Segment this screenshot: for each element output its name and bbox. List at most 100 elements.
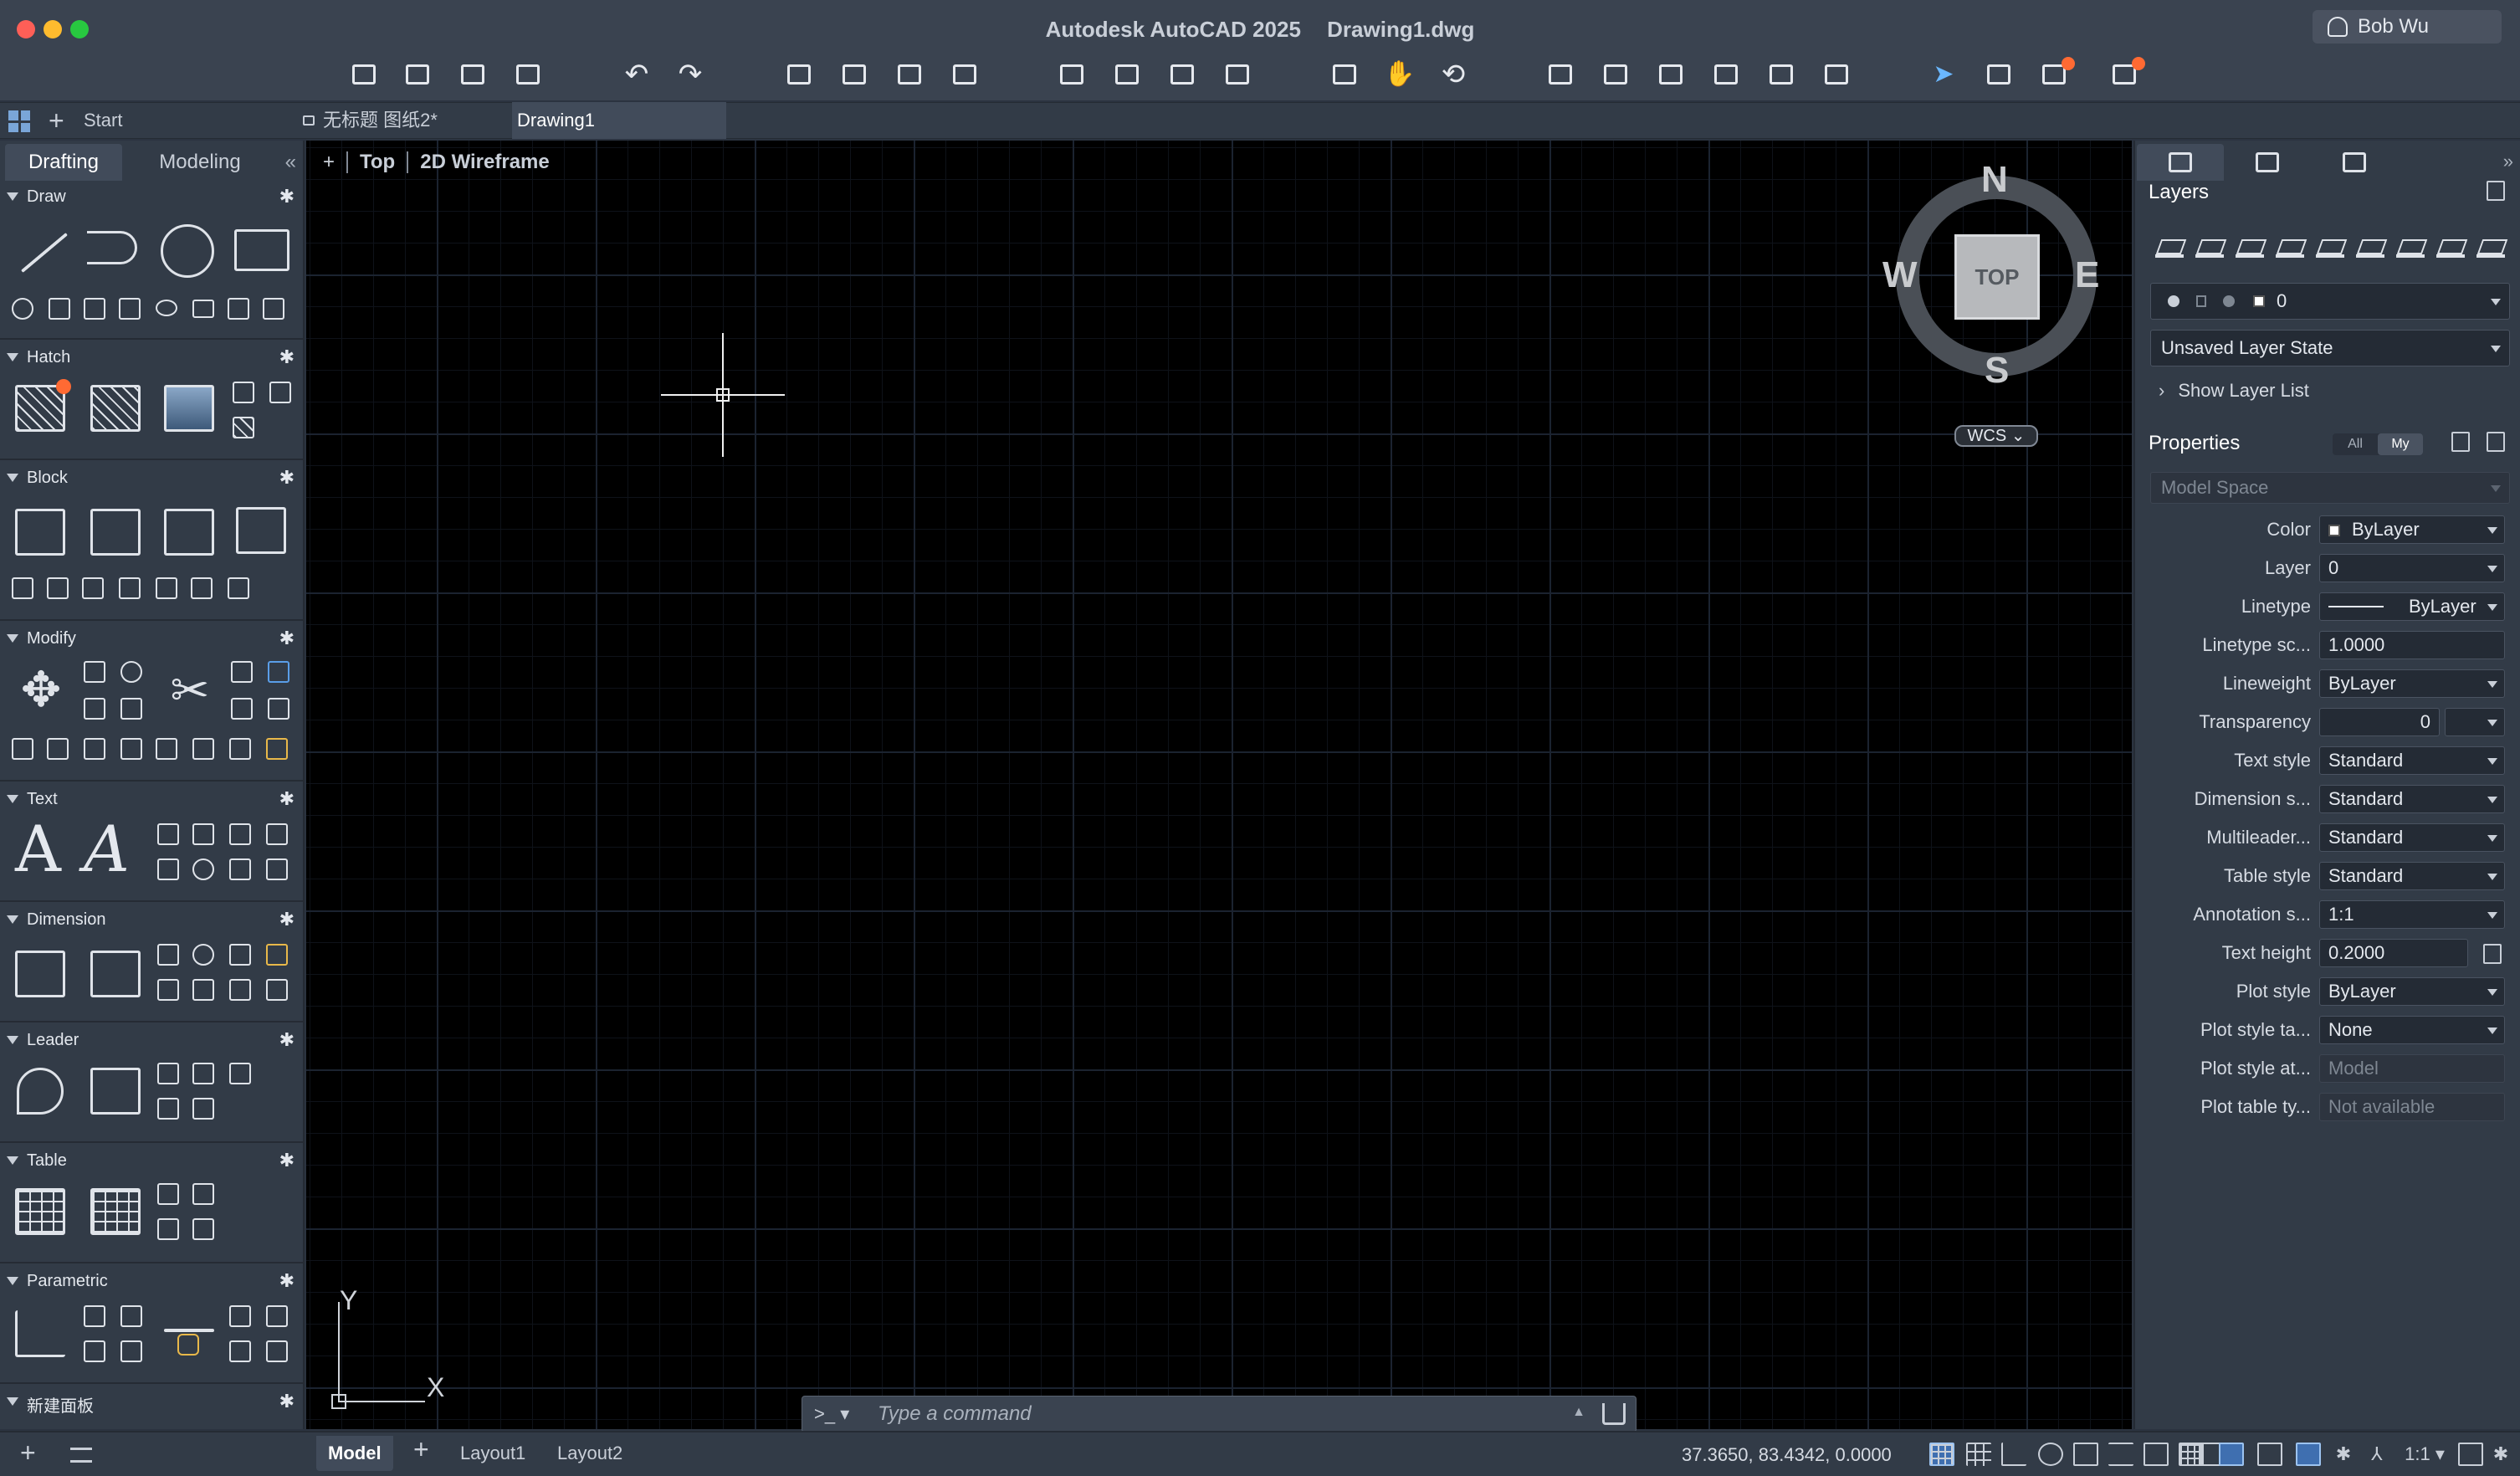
ortho-mode-icon[interactable] (2001, 1443, 2026, 1466)
tab-start[interactable]: Start (84, 102, 295, 139)
compass-north[interactable]: N (1981, 159, 2008, 201)
text-align-icon[interactable] (157, 858, 179, 880)
sync-attributes-icon[interactable] (191, 577, 213, 599)
layer-lock-icon[interactable] (2436, 236, 2465, 258)
wcs-menu[interactable]: WCS ⌄ (1954, 425, 2038, 447)
user-account-button[interactable]: Bob Wu (2313, 10, 2502, 44)
trace-icon[interactable] (1985, 62, 2013, 87)
publish-icon[interactable] (950, 62, 979, 87)
viewcube-top-face[interactable]: TOP (1954, 234, 2040, 320)
align-leader-icon[interactable] (192, 1063, 214, 1084)
prop-table-style-dropdown[interactable]: Standard (2319, 862, 2505, 890)
text-edit-icon[interactable] (229, 858, 251, 880)
vertical-constraint-icon[interactable] (266, 1305, 288, 1327)
collapse-palette-button[interactable]: « (285, 144, 296, 181)
web-mobile-icon[interactable] (1223, 62, 1252, 87)
section-parametric[interactable]: Parametric ✱ (0, 1270, 305, 1294)
export-icon[interactable] (1113, 62, 1141, 87)
expand-palette-button[interactable]: » (2503, 151, 2513, 172)
baseline-dim-icon[interactable] (229, 944, 251, 966)
tab-properties[interactable] (2311, 144, 2398, 181)
lengthen-icon[interactable] (120, 738, 142, 760)
share-icon[interactable] (1602, 1403, 1626, 1425)
manage-attributes-icon[interactable] (156, 577, 177, 599)
edit-attributes-icon[interactable] (236, 507, 286, 554)
grid-display-icon[interactable] (1929, 1443, 1954, 1466)
fillet-icon[interactable] (231, 661, 253, 683)
add-leader-icon[interactable] (157, 1063, 179, 1084)
tab-model[interactable]: Model (316, 1436, 393, 1471)
rotate-icon[interactable] (120, 661, 142, 683)
compass-west[interactable]: W (1882, 254, 1918, 296)
horizontal-constraint-icon[interactable] (229, 1305, 251, 1327)
view-control[interactable]: Top (360, 151, 395, 174)
polyline-tool-icon[interactable] (87, 231, 137, 264)
extract-data-icon[interactable] (157, 1183, 179, 1205)
send-icon[interactable]: ➤ (1929, 62, 1958, 87)
write-block-icon[interactable] (82, 577, 104, 599)
explode-icon[interactable] (12, 738, 33, 760)
compass-east[interactable]: E (2075, 254, 2099, 296)
remove-leader-icon[interactable] (157, 1098, 179, 1120)
workspace-switching-icon[interactable] (2458, 1443, 2483, 1466)
section-block[interactable]: Block ✱ (0, 467, 305, 490)
section-text[interactable]: Text ✱ (0, 788, 305, 812)
layer-match-icon[interactable] (2236, 236, 2264, 258)
boundary-tool-icon[interactable] (233, 382, 254, 403)
annotation-scale-dropdown[interactable]: 1:1 ▾ (2400, 1443, 2450, 1466)
notifications-icon[interactable] (2040, 57, 2075, 87)
tab-layout2[interactable]: Layout2 (545, 1436, 634, 1471)
ray-tool-icon[interactable] (119, 298, 141, 320)
dimension-icon[interactable] (15, 951, 65, 997)
arc-tool-icon[interactable] (12, 298, 33, 320)
tab-drawing1[interactable]: Drawing1 (512, 102, 726, 139)
pin-icon[interactable] (2487, 432, 2505, 452)
section-hatch[interactable]: Hatch ✱ (0, 346, 305, 370)
create-block-icon[interactable] (15, 509, 65, 556)
mirror-icon[interactable] (84, 698, 105, 720)
base-point-icon[interactable] (119, 577, 141, 599)
prop-linetype-dropdown[interactable]: ByLayer (2319, 592, 2505, 621)
join-icon[interactable] (192, 738, 214, 760)
single-line-text-icon[interactable] (157, 823, 179, 845)
dynamic-ucs-icon[interactable] (2219, 1443, 2244, 1466)
tab-drafting[interactable]: Drafting (5, 144, 122, 181)
activity-insights-icon[interactable] (2110, 57, 2145, 87)
trim-icon[interactable]: ✂ (164, 666, 216, 718)
superhatch-icon[interactable] (233, 417, 254, 438)
layer-freeze-icon[interactable] (2356, 236, 2384, 258)
coincident-icon[interactable] (84, 1305, 105, 1327)
find-replace-icon[interactable] (192, 858, 214, 880)
add-layout-button[interactable]: + (413, 1434, 429, 1465)
layer-unlock-icon[interactable] (2476, 236, 2505, 258)
open-file-icon[interactable] (403, 62, 432, 87)
prop-text-height-input[interactable]: 0.2000 (2319, 939, 2468, 967)
erase-icon[interactable] (47, 738, 69, 760)
xline-tool-icon[interactable] (228, 298, 249, 320)
print-icon[interactable] (785, 62, 813, 87)
zoom-window-icon[interactable] (1330, 62, 1359, 87)
section-leader[interactable]: Leader ✱ (0, 1029, 305, 1053)
multiline-tool-icon[interactable] (84, 298, 105, 320)
multiline-text-icon[interactable]: A (15, 812, 61, 886)
lineweight-icon[interactable] (2108, 1443, 2133, 1466)
continue-dim-icon[interactable] (157, 979, 179, 1001)
prop-transparency-slider[interactable]: 0 (2319, 708, 2440, 736)
batch-plot-icon[interactable] (895, 62, 924, 87)
tab-layers[interactable] (2137, 144, 2224, 181)
command-prompt-icon[interactable]: >_ ▾ (814, 1403, 849, 1425)
linear-dim-icon[interactable] (157, 944, 179, 966)
break-icon[interactable] (156, 738, 177, 760)
layer-isolate-icon[interactable] (2316, 236, 2344, 258)
transparency-options-dropdown[interactable] (2445, 708, 2505, 736)
layer-off-icon[interactable] (2396, 236, 2425, 258)
section-new-panel[interactable]: 新建面板 ✱ (0, 1391, 305, 1416)
prop-layer-dropdown[interactable]: 0 (2319, 554, 2505, 582)
drawing-canvas[interactable] (306, 141, 2132, 1429)
section-dimension[interactable]: Dimension ✱ (0, 909, 305, 932)
offset-icon[interactable] (231, 698, 253, 720)
pin-icon[interactable] (2487, 181, 2505, 201)
properties-icon[interactable] (1546, 62, 1575, 87)
gear-icon[interactable]: ✱ (2488, 1443, 2513, 1466)
xref-icon[interactable] (1657, 62, 1685, 87)
